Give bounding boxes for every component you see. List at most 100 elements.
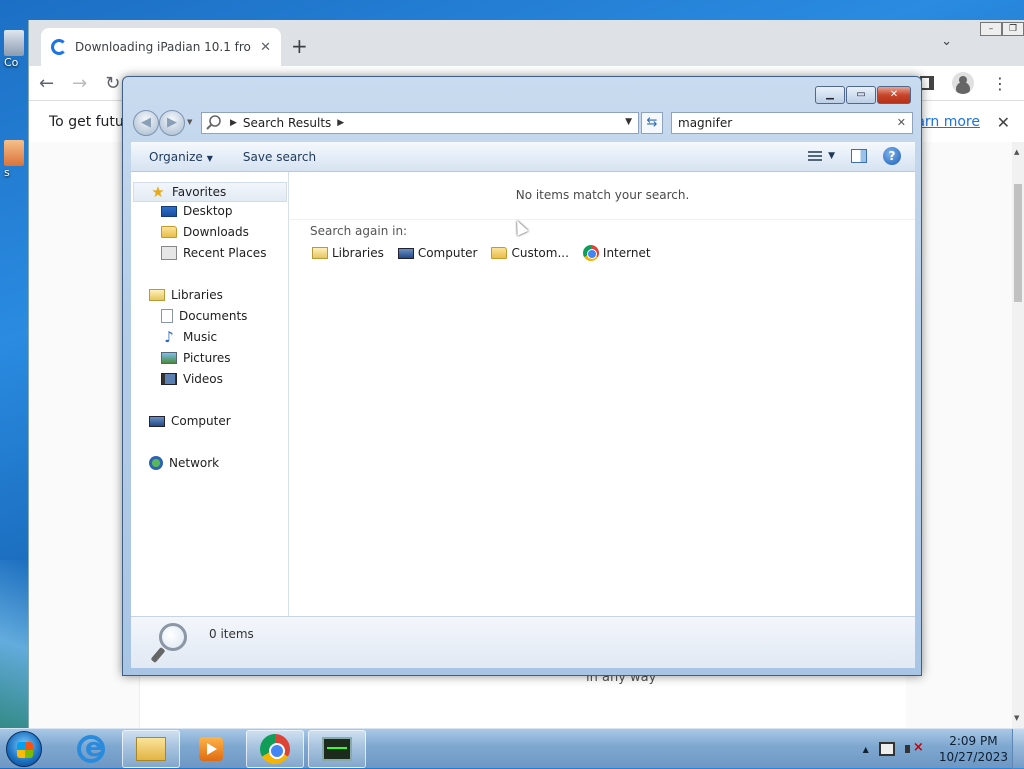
nav-item-music[interactable]: ♪ Music: [161, 330, 218, 345]
search-again-computer[interactable]: Computer: [397, 245, 477, 261]
libraries-icon: [149, 289, 165, 301]
option-label: Custom...: [511, 246, 569, 260]
tab-search-chevron-icon[interactable]: ⌄: [941, 34, 952, 49]
media-player-icon: [199, 737, 223, 761]
nav-item-label: Music: [183, 330, 218, 344]
browser-restore-button[interactable]: ❐: [1002, 22, 1024, 36]
change-view-icon[interactable]: [808, 150, 823, 163]
nav-item-desktop[interactable]: Desktop: [161, 204, 233, 218]
new-tab-button[interactable]: +: [291, 34, 308, 58]
folder-icon: [136, 737, 166, 761]
nav-item-pictures[interactable]: Pictures: [161, 351, 231, 365]
volume-muted-icon[interactable]: [904, 740, 924, 756]
taskbar-internet-explorer[interactable]: [62, 730, 120, 768]
internet-explorer-icon: [77, 733, 105, 763]
system-tray: ▲ 2:09 PM 10/27/2023: [863, 733, 1008, 765]
address-dropdown-icon[interactable]: ▼: [625, 117, 632, 127]
back-arrow-icon[interactable]: ←: [39, 73, 54, 94]
breadcrumb-separator-icon[interactable]: ▶: [337, 118, 344, 128]
explorer-window-controls: ▁ ▭ ✕: [815, 86, 911, 104]
breadcrumb-separator-icon[interactable]: ▶: [230, 118, 237, 128]
taskbar-windows-explorer[interactable]: [122, 730, 180, 768]
back-button[interactable]: ◀: [133, 110, 159, 136]
desktop-icon: [161, 205, 177, 217]
nav-item-label: Libraries: [171, 288, 223, 302]
nav-item-recent-places[interactable]: Recent Places: [161, 246, 266, 260]
show-hidden-icons-icon[interactable]: ▲: [863, 745, 869, 754]
page-scrollbar[interactable]: ▲ ▼: [1012, 142, 1024, 728]
nav-item-label: Computer: [171, 414, 231, 428]
desktop-icon-computer[interactable]: Co: [4, 30, 30, 69]
nav-item-libraries[interactable]: Libraries: [149, 288, 223, 302]
search-again-custom[interactable]: Custom...: [491, 245, 569, 261]
nav-item-label: Downloads: [183, 225, 249, 239]
divider: [290, 219, 915, 220]
show-desktop-button[interactable]: [1012, 729, 1024, 769]
caret-down-icon: ▼: [206, 153, 213, 163]
taskbar-chrome[interactable]: [246, 730, 304, 768]
command-bar: Organize ▼ Save search ▼ ?: [131, 142, 915, 172]
address-bar[interactable]: ▶ Search Results ▶ ▼: [201, 112, 639, 134]
scroll-down-icon[interactable]: ▼: [1014, 714, 1019, 722]
nav-item-network[interactable]: Network: [149, 456, 219, 470]
clock-date: 10/27/2023: [938, 750, 1008, 764]
forward-button[interactable]: ▶: [159, 110, 185, 136]
search-input-value: magnifer: [678, 116, 733, 130]
close-button[interactable]: ✕: [877, 86, 911, 104]
navigation-pane: ★ Favorites Desktop Downloads Recent Pla…: [131, 172, 289, 616]
network-status-icon[interactable]: [878, 742, 895, 756]
side-panel-icon[interactable]: [920, 76, 934, 90]
preview-pane-icon[interactable]: [851, 149, 867, 163]
organize-button[interactable]: Organize ▼: [149, 150, 213, 164]
loading-spinner-icon: [51, 39, 67, 55]
view-options-dropdown-icon[interactable]: ▼: [828, 151, 835, 161]
start-button[interactable]: [6, 731, 42, 767]
app-icon: [4, 140, 24, 166]
infobar-close-icon[interactable]: ✕: [997, 113, 1010, 132]
recent-pages-chevron-icon[interactable]: ▼: [187, 118, 192, 126]
computer-icon: [4, 30, 24, 56]
taskbar-media-player[interactable]: [182, 730, 240, 768]
help-icon[interactable]: ?: [883, 147, 901, 165]
task-manager-icon: [322, 737, 352, 761]
nav-item-favorites[interactable]: ★ Favorites: [133, 182, 287, 202]
pictures-icon: [161, 352, 177, 364]
search-again-internet[interactable]: Internet: [582, 245, 651, 261]
tab-title: Downloading iPadian 10.1 from F: [75, 40, 252, 54]
maximize-button[interactable]: ▭: [846, 86, 876, 104]
organize-label: Organize: [149, 149, 203, 164]
browser-tabstrip: Downloading iPadian 10.1 from F ✕ + ⌄ – …: [29, 20, 1024, 66]
desktop-icon-shortcut[interactable]: s: [4, 140, 30, 179]
nav-item-downloads[interactable]: Downloads: [161, 225, 249, 239]
nav-item-computer[interactable]: Computer: [149, 414, 231, 428]
profile-avatar[interactable]: [952, 72, 974, 94]
browser-minimize-button[interactable]: –: [980, 22, 1002, 36]
refresh-button[interactable]: ⇆: [641, 112, 663, 134]
nav-item-videos[interactable]: Videos: [161, 372, 223, 386]
breadcrumb-search-results[interactable]: Search Results: [243, 116, 331, 130]
tab-close-icon[interactable]: ✕: [260, 40, 271, 55]
item-count: 0 items: [209, 627, 254, 641]
menu-kebab-icon[interactable]: ⋮: [992, 74, 1008, 93]
scrollbar-thumb[interactable]: [1014, 184, 1022, 302]
nav-item-label: Network: [169, 456, 220, 470]
explorer-navbar: ◀ ▶ ▼ ▶ Search Results ▶ ▼ ⇆ magnifer ✕: [131, 110, 915, 136]
forward-arrow-icon[interactable]: →: [72, 73, 87, 94]
taskbar-task-manager[interactable]: [308, 730, 366, 768]
search-input[interactable]: magnifer ✕: [671, 112, 913, 134]
clear-search-icon[interactable]: ✕: [897, 116, 906, 129]
nav-item-label: Recent Places: [183, 246, 267, 260]
system-clock[interactable]: 2:09 PM 10/27/2023: [939, 733, 1008, 765]
reload-icon[interactable]: ↻: [105, 73, 120, 94]
save-search-button[interactable]: Save search: [243, 150, 316, 164]
explorer-body: ★ Favorites Desktop Downloads Recent Pla…: [131, 172, 915, 616]
browser-tab[interactable]: Downloading iPadian 10.1 from F ✕: [41, 28, 281, 66]
results-pane: No items match your search. Search again…: [290, 172, 915, 616]
nav-item-documents[interactable]: Documents: [161, 309, 247, 323]
wallpaper-swirl: [0, 560, 30, 730]
search-again-libraries[interactable]: Libraries: [312, 245, 384, 261]
scroll-up-icon[interactable]: ▲: [1014, 148, 1019, 156]
libraries-icon: [312, 247, 328, 259]
computer-icon: [397, 247, 414, 259]
minimize-button[interactable]: ▁: [815, 86, 845, 104]
